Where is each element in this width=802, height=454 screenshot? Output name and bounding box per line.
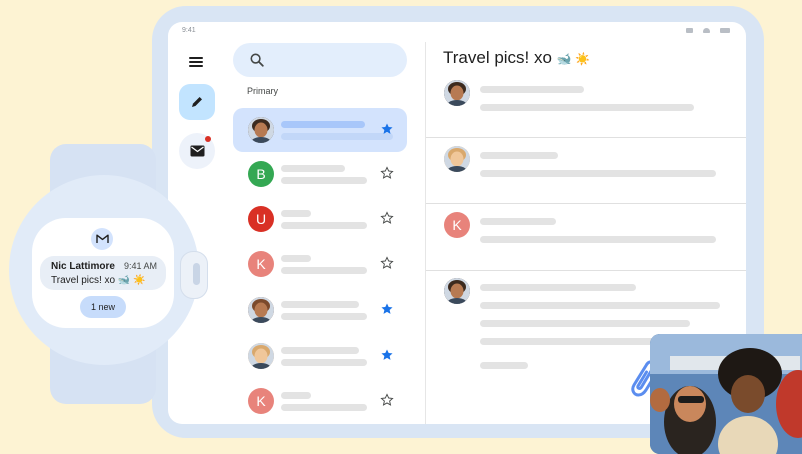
placeholder-line xyxy=(281,267,367,274)
placeholder-line xyxy=(480,362,528,369)
gmail-logo-icon xyxy=(91,228,113,250)
battery-icon xyxy=(720,28,730,33)
mail-icon xyxy=(190,145,204,157)
message-divider xyxy=(426,270,746,271)
mail-nav-button[interactable] xyxy=(179,133,215,169)
list-item[interactable]: B xyxy=(233,152,407,196)
attached-photo[interactable] xyxy=(650,334,802,454)
placeholder-line xyxy=(281,121,365,128)
star-icon[interactable] xyxy=(380,393,394,407)
placeholder-line xyxy=(480,302,720,309)
placeholder-line xyxy=(281,210,311,217)
message-divider xyxy=(426,203,746,204)
list-item[interactable]: K xyxy=(233,379,407,423)
notification-preview: Travel pics! xo 🐋 ☀️ xyxy=(51,275,146,286)
star-icon[interactable] xyxy=(380,302,394,316)
placeholder-line xyxy=(281,347,359,354)
placeholder-line xyxy=(480,104,694,111)
placeholder-line xyxy=(480,152,558,159)
signal-icon xyxy=(686,28,693,33)
placeholder-line xyxy=(281,177,367,184)
search-bar[interactable] xyxy=(233,43,407,77)
list-item[interactable] xyxy=(233,334,407,378)
placeholder-line xyxy=(480,338,656,345)
placeholder-line xyxy=(281,301,359,308)
avatar-photo xyxy=(248,297,274,323)
list-item[interactable] xyxy=(233,108,407,152)
compose-pencil-icon xyxy=(192,97,202,107)
placeholder-line xyxy=(281,222,367,229)
compose-button[interactable] xyxy=(179,84,215,120)
list-item[interactable] xyxy=(233,288,407,332)
unread-dot xyxy=(205,136,211,142)
star-icon[interactable] xyxy=(380,166,394,180)
thread-title: Travel pics! xo 🐋 ☀️ xyxy=(443,48,590,68)
notification-sender: Nic Lattimore xyxy=(51,261,115,272)
menu-icon[interactable] xyxy=(189,57,203,67)
new-messages-button[interactable]: 1 new xyxy=(80,296,126,318)
placeholder-line xyxy=(281,313,367,320)
star-icon[interactable] xyxy=(380,211,394,225)
thread-subject: Travel pics! xo xyxy=(443,48,552,67)
watch-crown[interactable] xyxy=(180,251,208,299)
watch-notification[interactable]: Nic Lattimore 9:41 AM Travel pics! xo 🐋 … xyxy=(40,256,166,290)
placeholder-line xyxy=(281,359,367,366)
section-label: Primary xyxy=(247,86,278,96)
avatar-initial: U xyxy=(248,206,274,232)
placeholder-line xyxy=(480,218,556,225)
avatar-initial: K xyxy=(248,388,274,414)
avatar-photo xyxy=(444,278,470,304)
placeholder-line xyxy=(480,236,716,243)
wifi-icon xyxy=(703,28,710,33)
placeholder-line xyxy=(281,165,345,172)
placeholder-line xyxy=(480,320,690,327)
notification-time: 9:41 AM xyxy=(123,261,157,271)
avatar-photo xyxy=(444,146,470,172)
avatar-initial: K xyxy=(248,251,274,277)
star-icon[interactable] xyxy=(380,348,394,362)
avatar-photo xyxy=(248,117,274,143)
search-icon xyxy=(250,53,264,67)
list-item[interactable]: K xyxy=(233,242,407,286)
status-time: 9:41 xyxy=(182,27,196,34)
placeholder-line xyxy=(281,133,393,140)
placeholder-line xyxy=(480,86,584,93)
star-icon[interactable] xyxy=(380,256,394,270)
placeholder-line xyxy=(480,170,716,177)
avatar-photo xyxy=(248,343,274,369)
avatar-initial: K xyxy=(444,212,470,238)
status-icons xyxy=(686,28,730,33)
list-item[interactable]: U xyxy=(233,197,407,241)
placeholder-line xyxy=(281,404,367,411)
star-icon[interactable] xyxy=(380,122,394,136)
pane-divider xyxy=(425,42,426,424)
avatar-initial: B xyxy=(248,161,274,187)
thread-emoji: 🐋 ☀️ xyxy=(556,52,590,66)
placeholder-line xyxy=(281,255,311,262)
placeholder-line xyxy=(480,284,636,291)
message-divider xyxy=(426,137,746,138)
placeholder-line xyxy=(281,392,311,399)
avatar-photo xyxy=(444,80,470,106)
